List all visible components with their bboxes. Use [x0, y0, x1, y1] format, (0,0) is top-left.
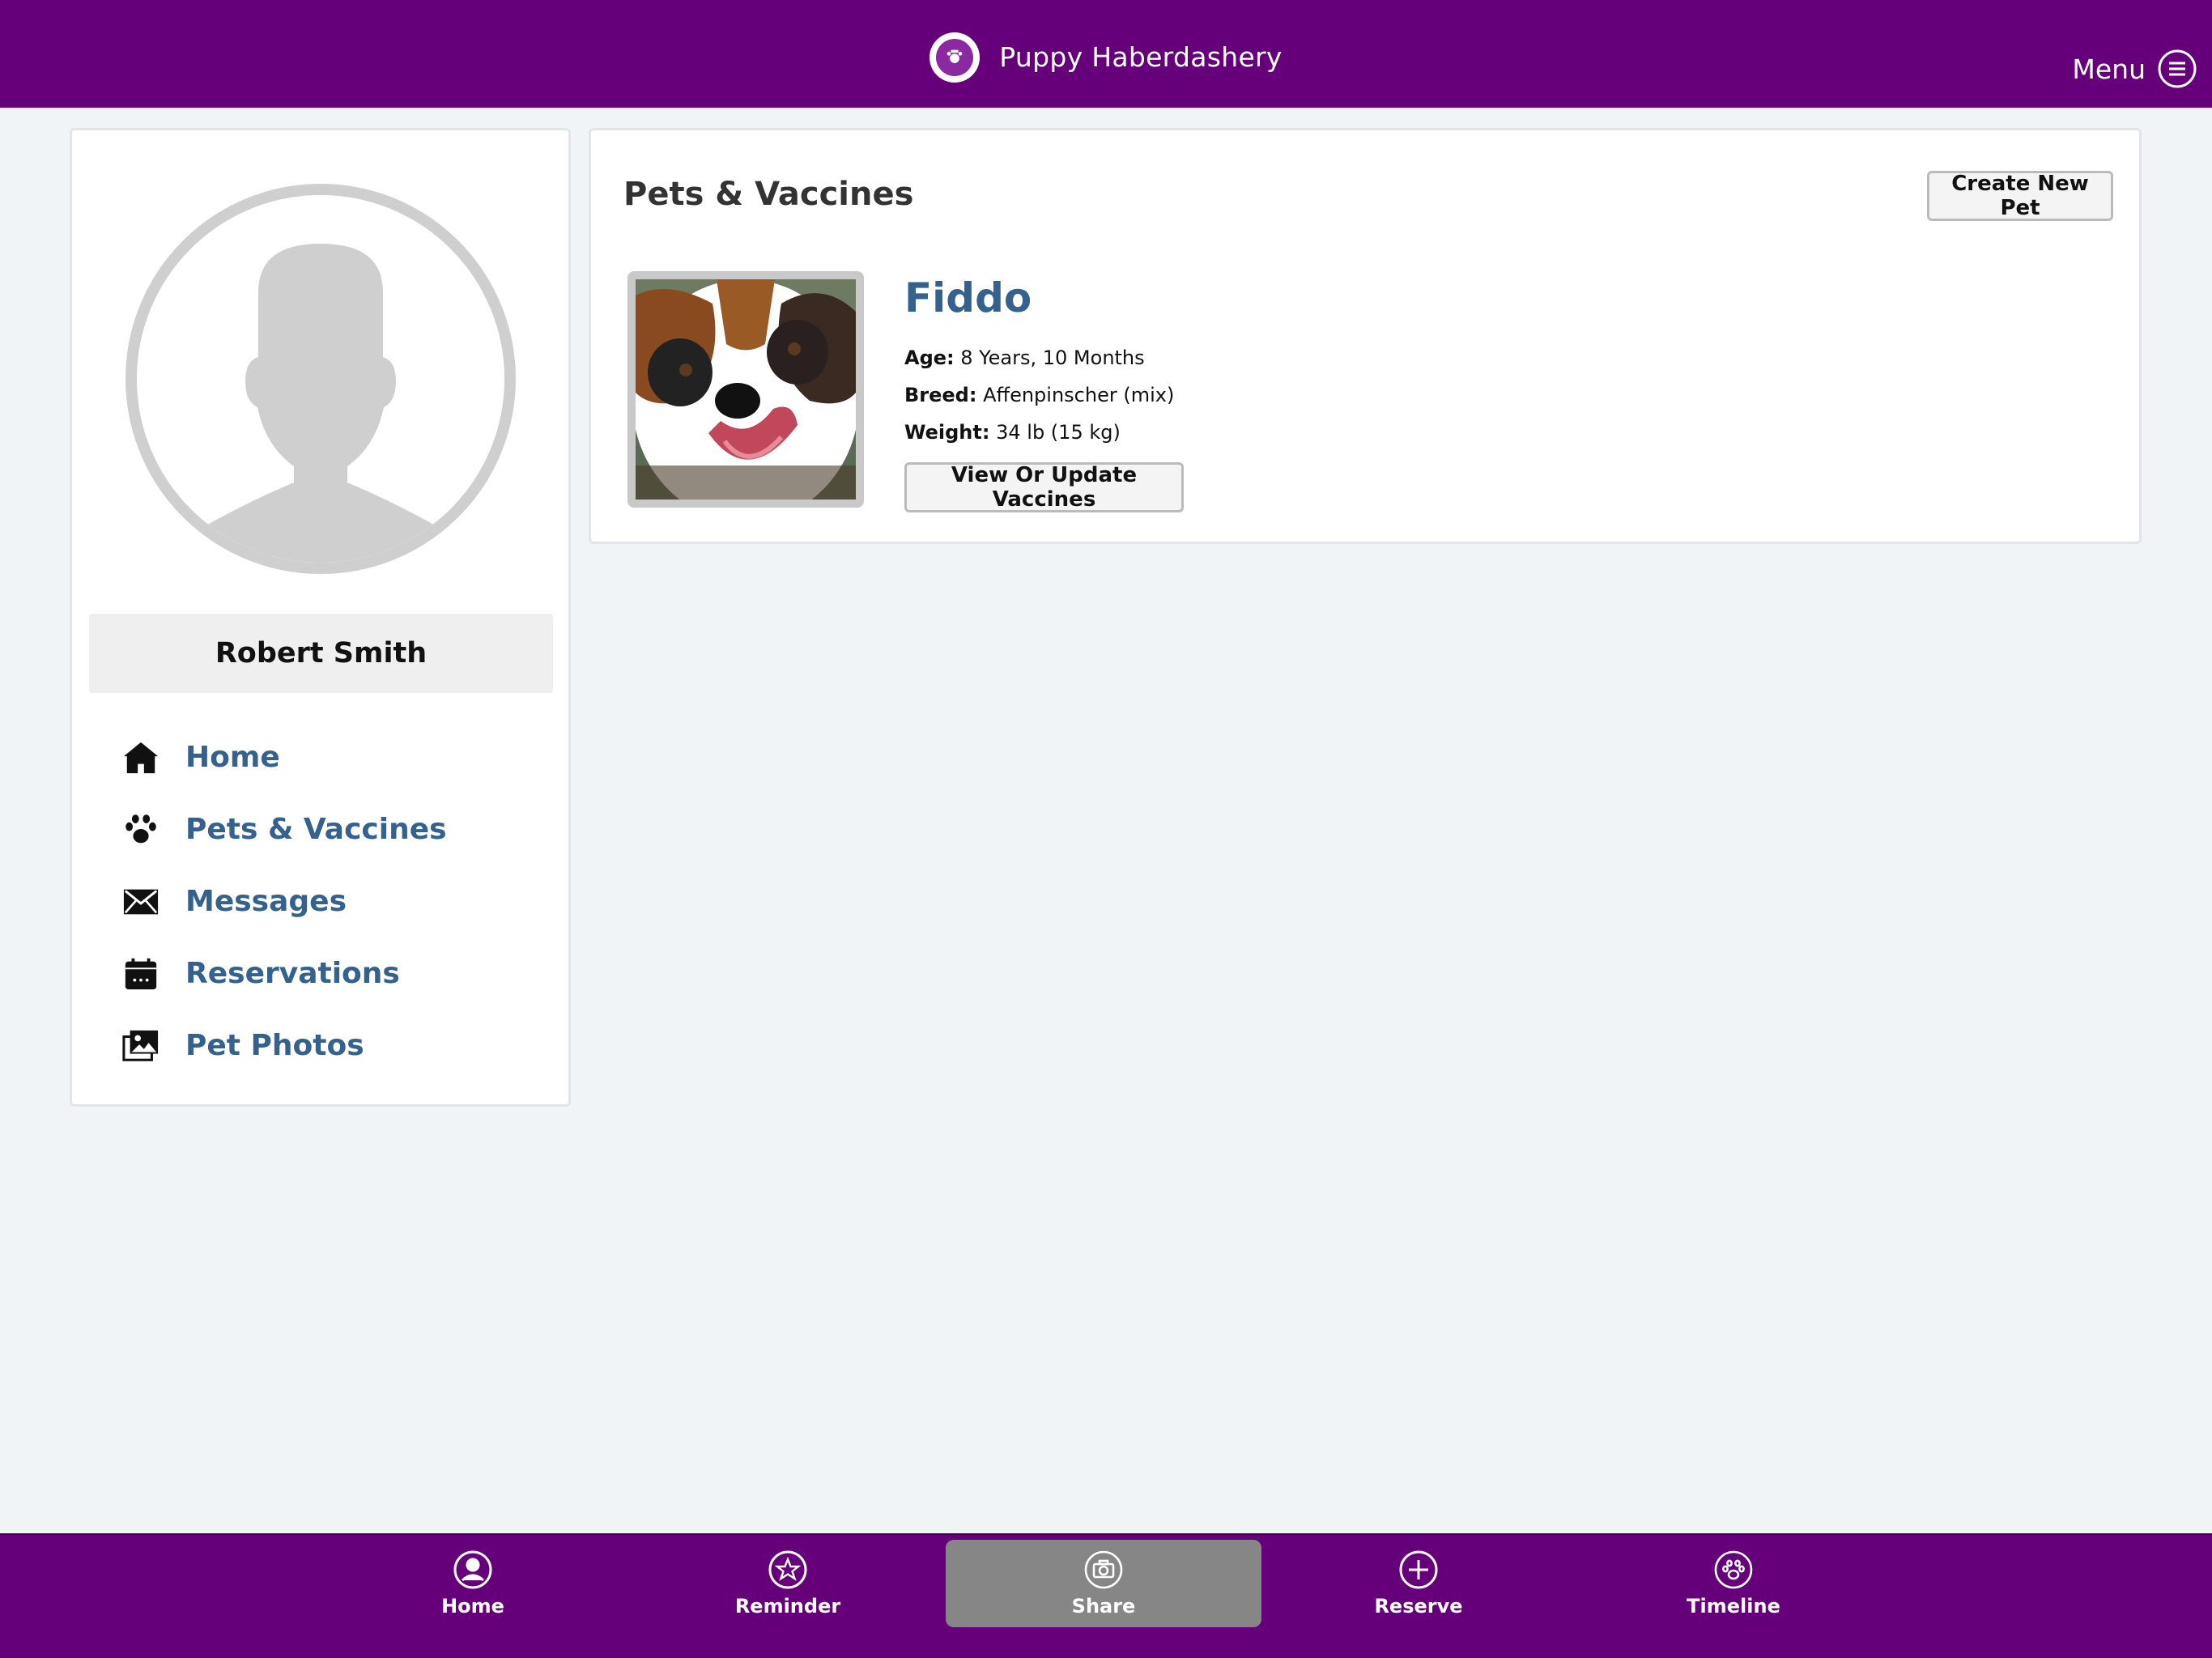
- sidebar-item-reservations[interactable]: Reservations: [121, 937, 542, 1010]
- paw-circle-icon: [1714, 1550, 1753, 1589]
- sidebar-item-pets-vaccines[interactable]: Pets & Vaccines: [121, 793, 542, 865]
- camera-icon: [1084, 1550, 1123, 1589]
- sidebar-nav: Home Pets & Vaccines Messages Reservatio…: [121, 721, 542, 1082]
- star-circle-icon: [768, 1550, 807, 1589]
- envelope-icon: [121, 882, 161, 922]
- plus-circle-icon: [1399, 1550, 1438, 1589]
- paw-icon: [121, 810, 161, 850]
- brand[interactable]: Puppy Haberdashery: [929, 32, 1283, 83]
- pet-weight-value: 34 lb (15 kg): [996, 421, 1121, 444]
- dog-photo-image: [636, 279, 856, 500]
- tab-home[interactable]: Home: [315, 1540, 631, 1627]
- view-update-vaccines-button[interactable]: View Or Update Vaccines: [904, 462, 1184, 512]
- brand-logo-icon: [929, 32, 981, 83]
- pet-breed-row: Breed: Affenpinscher (mix): [904, 376, 1184, 414]
- hamburger-circle-icon: [2158, 49, 2197, 88]
- pet-photo[interactable]: [627, 271, 864, 508]
- sidebar-item-label: Reservations: [185, 957, 400, 990]
- tab-share[interactable]: Share: [946, 1540, 1261, 1627]
- pet-weight-row: Weight: 34 lb (15 kg): [904, 414, 1184, 451]
- sidebar-item-pet-photos[interactable]: Pet Photos: [121, 1010, 542, 1082]
- pets-vaccines-panel: Pets & Vaccines Create New Pet Fiddo Age…: [589, 128, 2142, 544]
- pet-breed-label: Breed:: [904, 384, 977, 406]
- pet-age-value: 8 Years, 10 Months: [960, 346, 1145, 369]
- sidebar-item-label: Pet Photos: [185, 1029, 364, 1062]
- bottom-nav: Home Reminder Share Reserve Timeline: [0, 1533, 2212, 1658]
- pet-weight-label: Weight:: [904, 421, 990, 444]
- pet-age-label: Age:: [904, 346, 955, 369]
- tab-label: Share: [1071, 1595, 1136, 1618]
- menu-button[interactable]: Menu: [2072, 49, 2197, 89]
- app-title: Puppy Haberdashery: [999, 41, 1283, 73]
- menu-label: Menu: [2072, 53, 2146, 85]
- create-new-pet-button[interactable]: Create New Pet: [1927, 171, 2113, 221]
- sidebar-item-label: Messages: [185, 885, 347, 918]
- images-icon: [121, 1026, 161, 1066]
- home-icon: [121, 738, 161, 778]
- user-name: Robert Smith: [89, 614, 553, 693]
- profile-sidebar: Robert Smith Home Pets & Vaccines Messag…: [70, 128, 571, 1107]
- tab-timeline[interactable]: Timeline: [1576, 1540, 1891, 1627]
- sidebar-item-messages[interactable]: Messages: [121, 865, 542, 937]
- tab-label: Reminder: [734, 1595, 841, 1618]
- tab-reminder[interactable]: Reminder: [630, 1540, 946, 1627]
- pet-age-row: Age: 8 Years, 10 Months: [904, 339, 1184, 376]
- pet-breed-value: Affenpinscher (mix): [983, 384, 1175, 406]
- sidebar-item-label: Pets & Vaccines: [185, 813, 447, 846]
- calendar-icon: [121, 954, 161, 994]
- avatar[interactable]: [125, 184, 516, 574]
- page-title: Pets & Vaccines: [623, 176, 914, 213]
- top-bar: Puppy Haberdashery Menu: [0, 0, 2212, 108]
- pet-name[interactable]: Fiddo: [904, 274, 1184, 321]
- tab-label: Home: [441, 1595, 504, 1618]
- tab-reserve[interactable]: Reserve: [1261, 1540, 1576, 1627]
- tab-label: Timeline: [1687, 1595, 1780, 1618]
- sidebar-item-label: Home: [185, 741, 280, 774]
- pet-info: Fiddo Age: 8 Years, 10 Months Breed: Aff…: [904, 274, 1184, 512]
- user-silhouette-icon: [137, 195, 504, 563]
- user-circle-icon: [453, 1550, 492, 1589]
- sidebar-item-home[interactable]: Home: [121, 721, 542, 793]
- tab-label: Reserve: [1374, 1595, 1463, 1618]
